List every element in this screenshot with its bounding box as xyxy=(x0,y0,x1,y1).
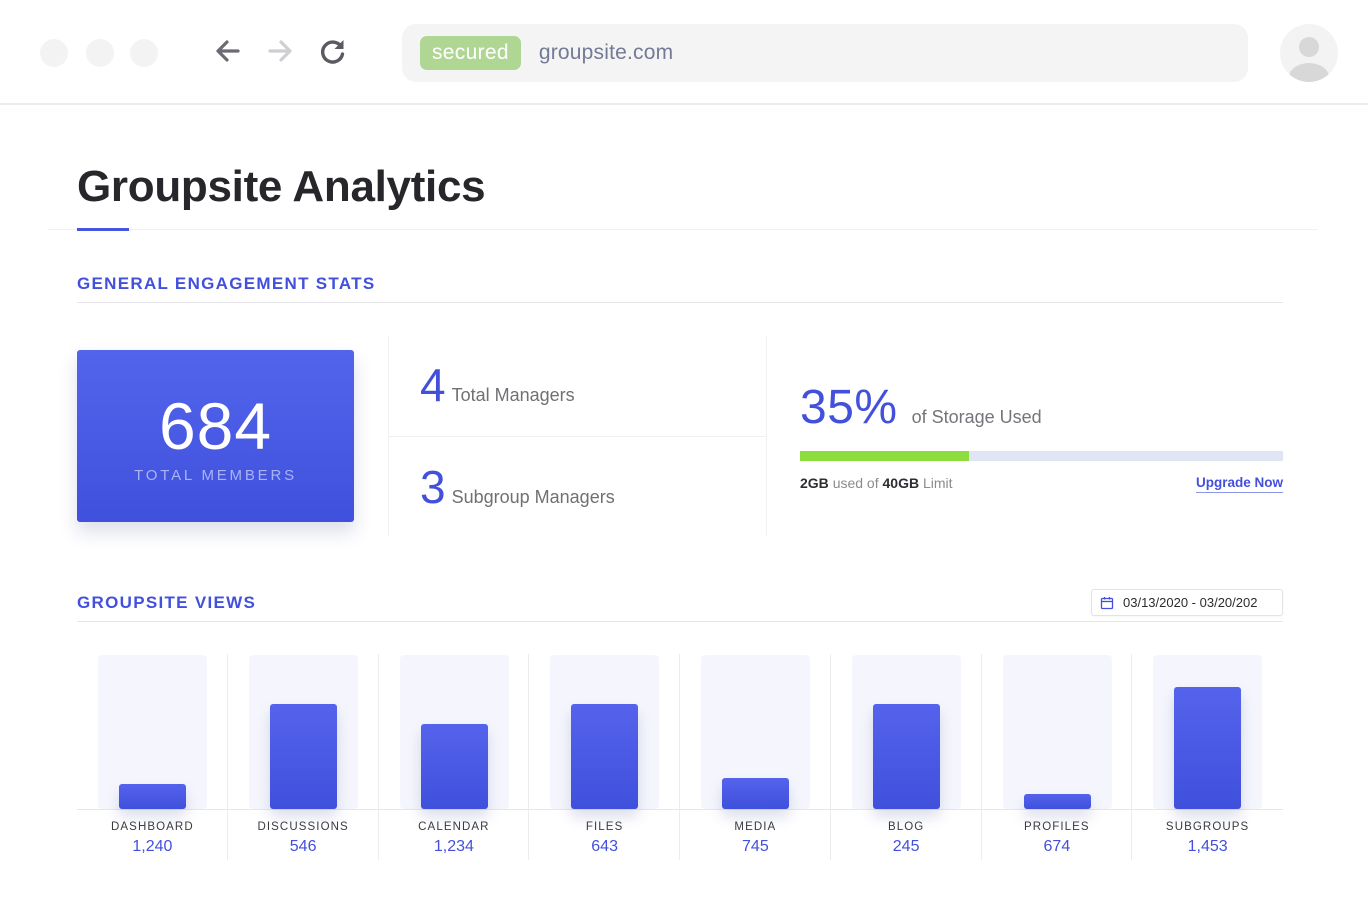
bar-subgroups[interactable] xyxy=(1174,687,1242,809)
bar-value-label: 1,240 xyxy=(132,838,173,855)
upgrade-now-link[interactable]: Upgrade Now xyxy=(1195,475,1283,493)
storage-limit-text: Limit xyxy=(922,475,953,491)
bar-label: FILES xyxy=(585,821,624,833)
storage-progress-bar xyxy=(800,451,1283,461)
address-bar[interactable]: secured groupsite.com xyxy=(402,24,1248,82)
secured-badge: secured xyxy=(420,36,521,70)
engagement-divider xyxy=(77,302,1283,303)
bar-label: CALENDAR xyxy=(418,821,490,833)
bar-label: PROFILES xyxy=(1024,821,1090,833)
user-avatar-icon xyxy=(1289,37,1329,82)
bar-value-label: 245 xyxy=(892,838,920,855)
bar-label: BLOG xyxy=(887,821,925,833)
views-divider xyxy=(77,621,1283,622)
views-heading: GROUPSITE VIEWS xyxy=(77,593,257,612)
arrow-right-icon xyxy=(268,40,292,62)
total-managers-stat: 4 Total Managers xyxy=(420,362,575,408)
title-accent-bar xyxy=(77,228,129,231)
browser-toolbar: secured groupsite.com xyxy=(0,0,1368,105)
views-bar-chart: DASHBOARD 1,240 DISCUSSIONS 546 CALENDAR 1,23… xyxy=(77,654,1283,860)
storage-limit: 40GB xyxy=(882,475,920,491)
storage-progress-fill xyxy=(800,451,970,461)
chart-column-media[interactable]: MEDIA 745 xyxy=(680,654,831,860)
storage-percent: 35% xyxy=(800,381,898,434)
reload-icon xyxy=(321,40,345,64)
bar-blog[interactable] xyxy=(872,704,940,809)
bar-label: MEDIA xyxy=(734,821,777,833)
back-button[interactable] xyxy=(213,36,243,66)
managers-divider xyxy=(388,436,766,437)
total-managers-value: 4 xyxy=(420,359,446,411)
bar-value-label: 674 xyxy=(1043,838,1071,855)
bar-media[interactable] xyxy=(722,778,789,809)
bar-discussions[interactable] xyxy=(269,704,337,809)
chart-column-dashboard[interactable]: DASHBOARD 1,240 xyxy=(77,654,228,860)
total-members-card[interactable]: 684 TOTAL MEMBERS xyxy=(77,350,354,522)
calendar-icon xyxy=(1100,596,1114,609)
date-range-picker[interactable]: 03/13/2020 - 03/20/202 xyxy=(1091,589,1283,616)
stats-divider xyxy=(766,336,767,536)
chart-column-blog[interactable]: BLOG 245 xyxy=(831,654,982,860)
chart-column-calendar[interactable]: CALENDAR 1,234 xyxy=(379,654,530,860)
url-text[interactable]: groupsite.com xyxy=(539,41,674,65)
storage-percent-label: of Storage Used xyxy=(911,407,1042,427)
subgroup-managers-value: 3 xyxy=(420,461,446,513)
storage-used-of: used of xyxy=(832,475,879,491)
bar-dashboard[interactable] xyxy=(119,784,186,809)
title-divider xyxy=(48,229,1318,230)
forward-button[interactable] xyxy=(265,36,295,66)
window-close-button[interactable] xyxy=(40,39,68,67)
subgroup-managers-label: Subgroup Managers xyxy=(451,487,615,507)
storage-used: 2GB xyxy=(800,475,829,491)
total-members-value: 684 xyxy=(158,388,273,463)
chart-column-discussions[interactable]: DISCUSSIONS 546 xyxy=(228,654,379,860)
user-avatar-button[interactable] xyxy=(1280,24,1338,82)
window-maximize-button[interactable] xyxy=(130,39,158,67)
chart-column-profiles[interactable]: PROFILES 674 xyxy=(982,654,1133,860)
bar-calendar[interactable] xyxy=(420,724,488,809)
bar-value-label: 546 xyxy=(289,838,317,855)
bar-profiles[interactable] xyxy=(1023,794,1091,809)
bar-value-label: 643 xyxy=(591,838,618,855)
chart-column-subgroups[interactable]: SUBGROUPS 1,453 xyxy=(1132,654,1283,860)
bar-label: SUBGROUPS xyxy=(1165,821,1250,833)
reload-button[interactable] xyxy=(318,36,348,66)
page-title: Groupsite Analytics xyxy=(77,162,486,211)
storage-detail: 2GB used of 40GB Limit xyxy=(800,475,953,491)
total-managers-label: Total Managers xyxy=(451,385,575,405)
bar-track xyxy=(1002,655,1112,809)
bar-files[interactable] xyxy=(571,704,639,809)
window-minimize-button[interactable] xyxy=(86,39,114,67)
date-range-text: 03/13/2020 - 03/20/202 xyxy=(1123,595,1258,610)
arrow-left-icon xyxy=(216,40,240,62)
bar-value-label: 745 xyxy=(742,838,769,855)
bar-label: DISCUSSIONS xyxy=(257,821,349,833)
chart-column-files[interactable]: FILES 643 xyxy=(529,654,680,860)
bar-value-label: 1,234 xyxy=(433,838,474,855)
total-members-label: TOTAL MEMBERS xyxy=(134,466,297,484)
engagement-heading: GENERAL ENGAGEMENT STATS xyxy=(77,274,376,293)
bar-value-label: 1,453 xyxy=(1187,838,1228,855)
storage-stat: 35% of Storage Used xyxy=(800,384,1042,432)
subgroup-managers-stat: 3 Subgroup Managers xyxy=(420,464,615,510)
bar-label: DASHBOARD xyxy=(111,821,194,833)
